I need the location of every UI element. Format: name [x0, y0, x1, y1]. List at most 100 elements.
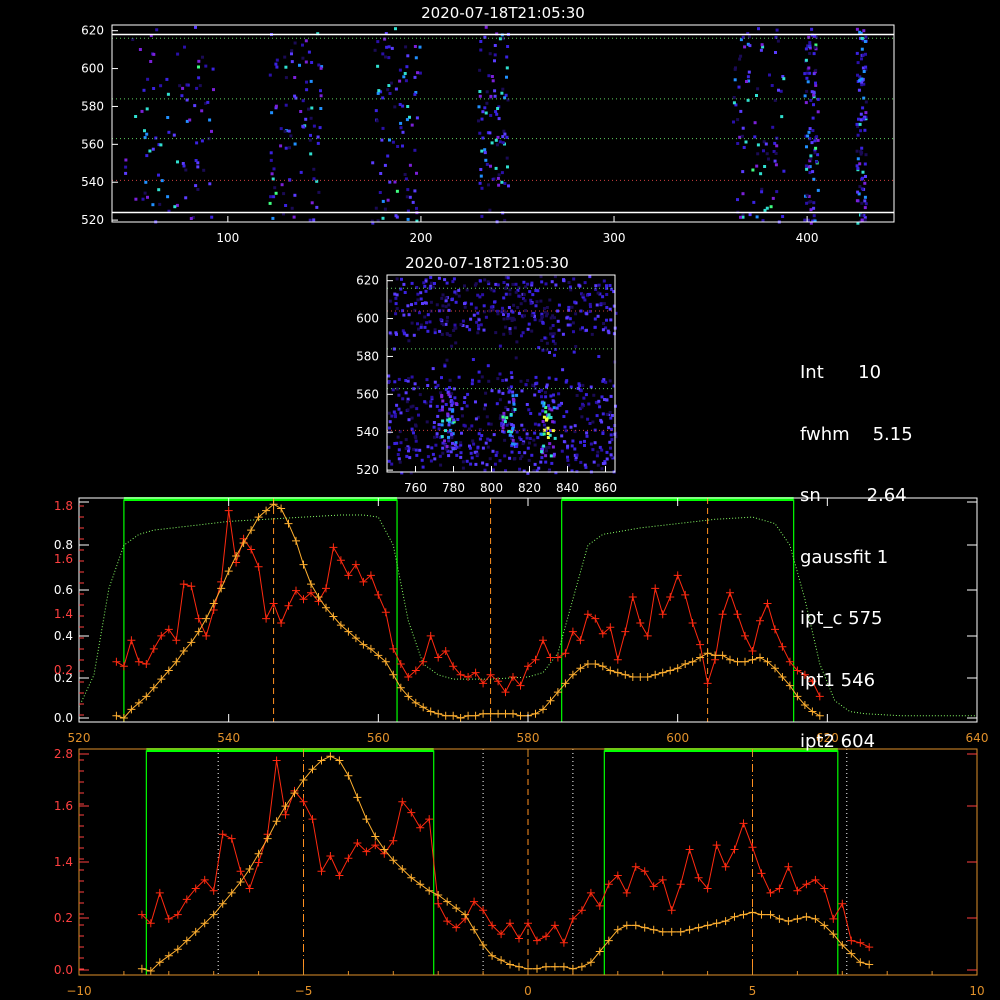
heatmap-pixel: [440, 376, 443, 380]
heatmap-pixel: [816, 188, 820, 192]
heatmap-pixel: [591, 448, 595, 452]
heatmap-pixel: [812, 52, 816, 56]
heatmap-pixel: [461, 414, 464, 418]
heatmap-pixel: [549, 394, 553, 398]
heatmap-pixel: [812, 103, 815, 107]
heatmap-pixel: [269, 195, 273, 199]
heatmap-pixel: [541, 409, 545, 413]
heatmap-pixel-bright: [501, 426, 505, 430]
param-ipt2: ipt2 604: [800, 731, 876, 752]
heatmap-pixel: [454, 300, 458, 304]
heatmap-pixel: [508, 456, 512, 460]
y-tick-label: 2.8: [54, 747, 73, 761]
heatmap-pixel: [430, 446, 434, 450]
heatmap-pixel: [609, 446, 612, 450]
heatmap-pixel: [503, 454, 507, 458]
heatmap-pixel: [736, 198, 739, 202]
heatmap-pixel: [575, 394, 579, 397]
heatmap-pixel: [812, 93, 816, 97]
heatmap-pixel: [782, 169, 786, 173]
heatmap-pixel-bright: [442, 323, 445, 327]
x-tick-label: 540: [217, 731, 240, 745]
heatmap-pixel: [598, 445, 602, 449]
heatmap-pixel: [518, 467, 522, 471]
heatmap-pixel: [212, 88, 215, 92]
heatmap-pixel: [201, 55, 204, 59]
heatmap-pixel: [563, 425, 567, 429]
heatmap-pixel: [390, 414, 394, 418]
heatmap-pixel: [268, 73, 272, 77]
heatmap-pixel: [583, 281, 587, 285]
heatmap-pixel: [275, 65, 279, 69]
heatmap-pixel: [813, 139, 817, 143]
heatmap-pixel: [414, 436, 418, 440]
heatmap-pixel: [397, 393, 401, 397]
y-tick-label: 520: [81, 213, 104, 227]
heatmap-pixel: [282, 192, 286, 196]
heatmap-pixel: [575, 453, 579, 457]
heatmap-pixel: [426, 329, 430, 333]
heatmap-pixel: [395, 387, 399, 391]
heatmap-pixel: [425, 420, 429, 424]
heatmap-pixel: [200, 139, 204, 143]
heatmap-pixel: [381, 126, 385, 130]
heatmap-pixel: [526, 379, 530, 382]
heatmap-pixel: [859, 112, 863, 116]
heatmap-pixel-bright: [508, 331, 512, 335]
heatmap-pixel-bright: [448, 417, 452, 421]
heatmap-pixel: [855, 122, 859, 126]
heatmap-pixel: [490, 75, 494, 78]
heatmap-pixel-bright: [441, 405, 444, 409]
heatmap-pixel: [423, 400, 427, 404]
heatmap-pixel: [398, 460, 402, 464]
heatmap-pixel: [503, 438, 507, 442]
heatmap-pixel: [741, 170, 745, 174]
heatmap-pixel: [537, 466, 541, 470]
heatmap-pixel: [415, 171, 418, 175]
heatmap-pixel: [399, 121, 403, 125]
heatmap-pixel: [519, 438, 523, 441]
heatmap-pixel: [402, 75, 406, 79]
heatmap-pixel: [504, 378, 508, 382]
heatmap-pixel-bright: [453, 443, 457, 447]
heatmap-pixel: [482, 407, 486, 411]
heatmap-pixel-bright: [505, 416, 509, 420]
heatmap-pixel: [160, 179, 164, 183]
heatmap-pixel: [377, 89, 381, 93]
heatmap-pixel: [197, 76, 201, 80]
heatmap-pixel: [864, 65, 868, 69]
heatmap-pixel-bright: [546, 426, 550, 430]
heatmap-pixel-bright: [504, 325, 508, 329]
heatmap-pixel: [423, 325, 427, 329]
heatmap-pixel-bright: [514, 290, 518, 294]
heatmap-pixel: [405, 195, 409, 199]
heatmap-pixel-bright: [511, 438, 515, 442]
heatmap-pixel: [429, 276, 433, 279]
heatmap-pixel-bright: [543, 336, 547, 340]
heatmap-pixel: [176, 52, 180, 56]
heatmap-pixel: [309, 133, 312, 137]
heatmap-pixel-bright: [541, 314, 545, 318]
heatmap-pixel: [529, 301, 533, 305]
heatmap-pixel: [159, 84, 163, 88]
heatmap-pixel: [500, 171, 504, 175]
heatmap-pixel: [510, 409, 514, 413]
heatmap-pixel: [428, 320, 432, 324]
heatmap-pixel: [555, 406, 559, 410]
heatmap-pixel: [435, 303, 439, 307]
heatmap-pixel: [397, 448, 401, 452]
heatmap-pixel: [498, 372, 502, 376]
heatmap-pixel: [438, 454, 442, 458]
heatmap-pixel-bright: [453, 396, 457, 400]
x-tick-label: −10: [66, 984, 91, 998]
heatmap-pixel: [166, 116, 170, 119]
heatmap-pixel: [504, 292, 508, 296]
heatmap-pixel: [416, 322, 419, 326]
heatmap-pixel: [474, 306, 478, 310]
heatmap-pixel: [803, 94, 807, 98]
heatmap-pixel: [468, 446, 472, 450]
heatmap-pixel: [439, 463, 443, 467]
heatmap-pixel: [863, 181, 867, 185]
heatmap-pixel: [550, 461, 554, 465]
heatmap-pixel-bright: [509, 413, 513, 416]
